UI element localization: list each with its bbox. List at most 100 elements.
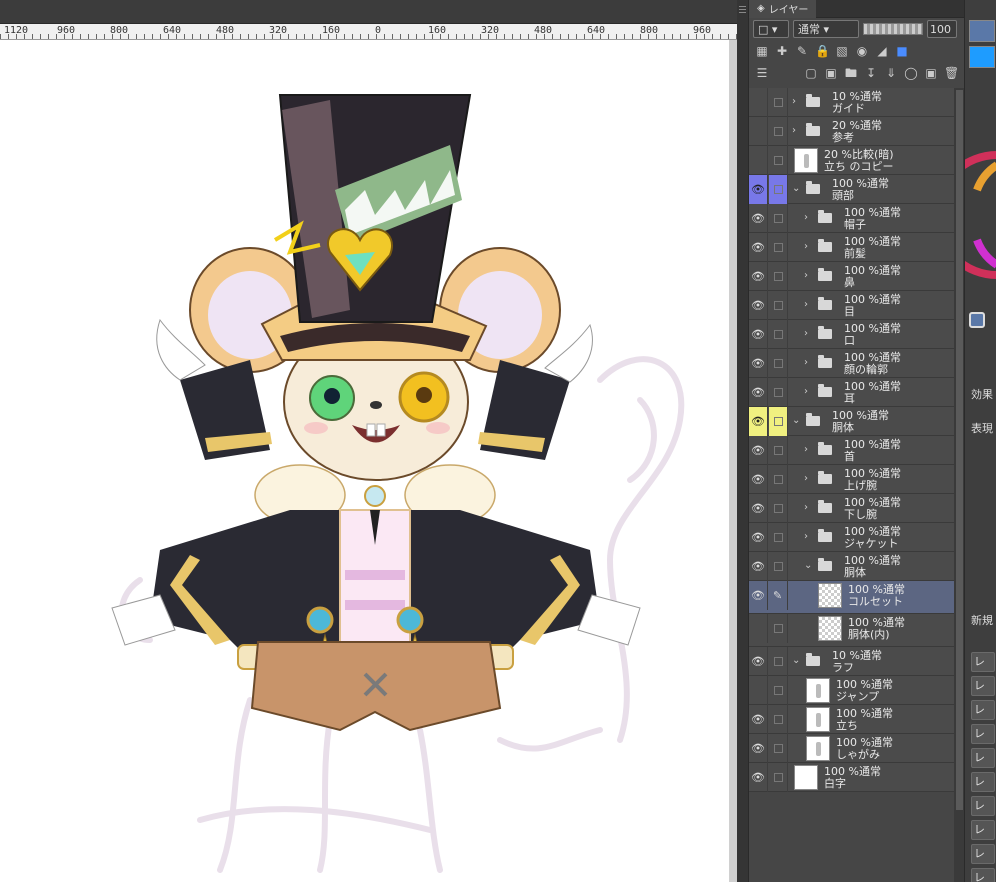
layer-lock-toggle[interactable] (769, 436, 788, 465)
layer-visibility-toggle[interactable]: 👁 (749, 647, 768, 676)
new-raster-layer-icon[interactable]: ▢ (804, 66, 818, 80)
layer-lock-toggle[interactable] (769, 494, 788, 523)
layer-visibility-toggle[interactable]: 👁 (749, 320, 768, 349)
illustration-canvas[interactable] (0, 40, 729, 882)
layer-lock-toggle[interactable] (769, 88, 788, 117)
layer-row[interactable]: 20 %比較(暗) 立ち のコピー (749, 146, 954, 175)
layer-row[interactable]: 👁 › 100 %通常耳 (749, 378, 954, 407)
chevron-right-icon[interactable]: › (804, 473, 808, 484)
layer-lock-toggle[interactable] (769, 523, 788, 552)
layer-visibility-toggle[interactable] (749, 614, 768, 643)
layer-row[interactable]: 👁 › 100 %通常 下し腕 (749, 494, 954, 523)
layer-visibility-toggle[interactable]: 👁 (749, 436, 768, 465)
layer-color-select[interactable]: □ ▾ (753, 20, 789, 38)
layer-lock-toggle[interactable] (769, 378, 788, 407)
main-color-swatch[interactable] (969, 20, 995, 42)
layer-visibility-toggle[interactable]: 👁 (749, 523, 768, 552)
opacity-field[interactable]: 100 (927, 20, 957, 38)
chevron-right-icon[interactable]: › (804, 531, 808, 542)
ruler-icon[interactable]: ◢ (875, 44, 889, 58)
layer-lock-toggle[interactable] (769, 705, 788, 734)
layer-row[interactable]: 👁 100 %通常 白字 (749, 763, 954, 792)
layer-visibility-toggle[interactable]: 👁 (749, 204, 768, 233)
layer-visibility-toggle[interactable]: 👁 (749, 349, 768, 378)
blend-mode-select[interactable]: 通常 ▾ (793, 20, 859, 38)
layer-lock-toggle[interactable] (769, 349, 788, 378)
current-color-chip[interactable] (969, 312, 985, 328)
side-layer-button[interactable]: レイヤ (971, 700, 995, 720)
color-wheel[interactable] (965, 150, 996, 280)
clipping-icon[interactable]: ▦ (755, 44, 769, 58)
chevron-right-icon[interactable]: › (804, 299, 808, 310)
chevron-down-icon[interactable]: ⌄ (804, 560, 812, 571)
layer-lock-toggle[interactable]: ✎ (769, 581, 788, 610)
chevron-right-icon[interactable]: › (804, 502, 808, 513)
layer-row[interactable]: › 10 %通常 ガイド (749, 88, 954, 117)
layer-visibility-toggle[interactable] (749, 676, 768, 705)
layer-panel-tab[interactable]: ◈ レイヤー (749, 0, 817, 18)
layer-visibility-toggle[interactable] (749, 146, 768, 175)
layer-list-scroll-thumb[interactable] (956, 90, 963, 810)
layer-row[interactable]: 👁 ✎ 100 %通常 コルセット (749, 581, 954, 614)
canvas-vertical-scrollbar[interactable] (729, 40, 737, 882)
layer-visibility-toggle[interactable]: 👁 (749, 291, 768, 320)
chevron-down-icon[interactable]: ⌄ (792, 655, 800, 666)
layer-visibility-toggle[interactable]: 👁 (749, 233, 768, 262)
apply-mask-icon[interactable]: ▣ (924, 66, 938, 80)
layer-visibility-toggle[interactable]: 👁 (749, 175, 768, 204)
layer-row[interactable]: 100 %通常 胴体(内) (749, 614, 954, 647)
layer-lock-toggle[interactable] (769, 465, 788, 494)
layer-row[interactable]: 👁 › 100 %通常 帽子 (749, 204, 954, 233)
layer-lock-toggle[interactable] (769, 262, 788, 291)
panel-gutter[interactable] (737, 0, 748, 882)
layer-lock-toggle[interactable] (769, 552, 788, 581)
layer-lock-toggle[interactable] (769, 146, 788, 175)
layer-lock-toggle[interactable] (769, 117, 788, 146)
layer-visibility-toggle[interactable]: 👁 (749, 465, 768, 494)
layer-row[interactable]: 👁 › 100 %通常 前髪 (749, 233, 954, 262)
layer-color-icon[interactable]: ■ (895, 44, 909, 58)
layer-visibility-toggle[interactable]: 👁 (749, 763, 768, 792)
layer-lock-toggle[interactable] (769, 407, 788, 436)
layer-lock-toggle[interactable] (769, 175, 788, 204)
mask-create-icon[interactable]: ◯ (904, 66, 918, 80)
layer-row[interactable]: 👁 › 100 %通常目 (749, 291, 954, 320)
layer-settings-icon[interactable]: ☰ (755, 66, 769, 80)
layer-visibility-toggle[interactable]: 👁 (749, 581, 768, 610)
canvas-area[interactable]: 1120 960 800 640 480 320 160 0 160 320 480 640 800 96… (0, 0, 737, 882)
chevron-right-icon[interactable]: › (804, 270, 808, 281)
layer-row[interactable]: 100 %通常 ジャンプ (749, 676, 954, 705)
layer-row[interactable]: 👁 100 %通常 立ち (749, 705, 954, 734)
layer-lock-toggle[interactable] (769, 647, 788, 676)
layer-lock-toggle[interactable] (769, 233, 788, 262)
layer-row[interactable]: 👁 ⌄ 100 %通常 頭部 (749, 175, 954, 204)
layer-visibility-toggle[interactable]: 👁 (749, 705, 768, 734)
chevron-right-icon[interactable]: › (792, 96, 796, 107)
layer-row[interactable]: 👁 ⌄ 10 %通常 ラフ (749, 647, 954, 676)
layer-visibility-toggle[interactable]: 👁 (749, 378, 768, 407)
layer-visibility-toggle[interactable]: 👁 (749, 407, 768, 436)
side-layer-button[interactable]: レイヤ (971, 820, 995, 840)
side-layer-button[interactable]: レイヤ (971, 772, 995, 792)
side-layer-button[interactable]: レイヤ (971, 676, 995, 696)
lock-icon[interactable]: 🔒 (815, 44, 830, 58)
layer-visibility-toggle[interactable]: 👁 (749, 552, 768, 581)
layer-lock-toggle[interactable] (769, 291, 788, 320)
lock-transparency-icon[interactable]: ▧ (835, 44, 849, 58)
layer-visibility-toggle[interactable]: 👁 (749, 262, 768, 291)
side-layer-button[interactable]: レイヤ (971, 652, 995, 672)
chevron-right-icon[interactable]: › (804, 328, 808, 339)
layer-row[interactable]: 👁 › 100 %通常 上げ腕 (749, 465, 954, 494)
chevron-right-icon[interactable]: › (804, 444, 808, 455)
layer-visibility-toggle[interactable]: 👁 (749, 734, 768, 763)
sub-color-swatch[interactable] (969, 46, 995, 68)
layer-row[interactable]: 👁 ⌄ 100 %通常 胴体 (749, 552, 954, 581)
side-layer-button[interactable]: レイヤ (971, 748, 995, 768)
layer-lock-toggle[interactable] (769, 614, 788, 643)
side-layer-button[interactable]: レイヤ (971, 724, 995, 744)
layer-lock-toggle[interactable] (769, 763, 788, 792)
layer-row[interactable]: 👁 100 %通常 しゃがみ (749, 734, 954, 763)
chevron-right-icon[interactable]: › (804, 212, 808, 223)
side-layer-button[interactable]: レイヤ (971, 844, 995, 864)
chevron-down-icon[interactable]: ⌄ (792, 183, 800, 194)
